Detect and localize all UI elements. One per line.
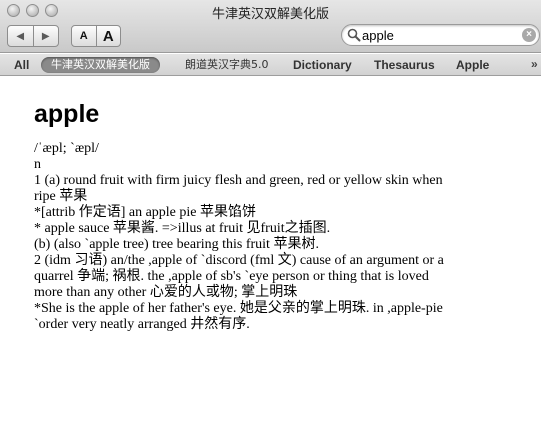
entry-example-line: *She is the apple of her father's eye. 她… (34, 301, 443, 316)
tab-apple[interactable]: Apple (456, 58, 489, 72)
entry-pronunciation: /ˈæpl; `æpl/ (34, 141, 99, 156)
back-button[interactable]: ◀ (8, 26, 33, 46)
entry-content: apple /ˈæpl; `æpl/ n 1 (a) round fruit w… (0, 77, 541, 422)
dictionary-window: 牛津英汉双解美化版 ◀ ▶ A A × All 牛津英汉双解美化版 朗道英汉字典… (0, 0, 541, 422)
dictionary-tab-bar: All 牛津英汉双解美化版 朗道英汉字典5.0 Dictionary Thesa… (0, 54, 541, 76)
tab-langdao-en-zh[interactable]: 朗道英汉字典5.0 (185, 58, 269, 72)
clear-search-icon[interactable]: × (522, 28, 536, 42)
font-size-control: A A (71, 25, 121, 47)
tab-thesaurus[interactable]: Thesaurus (374, 58, 435, 72)
font-smaller-button[interactable]: A (72, 26, 96, 46)
font-larger-button[interactable]: A (95, 26, 121, 46)
entry-part-of-speech: n (34, 157, 41, 172)
entry-definition-line: (b) (also `apple tree) tree bearing this… (34, 237, 319, 252)
entry-definition-line: ripe 苹果 (34, 189, 88, 204)
tab-all[interactable]: All (14, 58, 29, 72)
window-title: 牛津英汉双解美化版 (211, 7, 329, 22)
entry-example-line: *[attrib 作定语] an apple pie 苹果馅饼 (34, 205, 257, 220)
search-icon (347, 28, 361, 42)
entry-headword: apple (34, 100, 100, 128)
tab-overflow-icon[interactable]: » (531, 57, 538, 71)
entry-definition-line: 1 (a) round fruit with firm juicy flesh … (34, 173, 443, 188)
forward-arrow-icon: ▶ (41, 30, 50, 42)
forward-button[interactable]: ▶ (32, 26, 59, 46)
search-field[interactable]: × (341, 24, 540, 46)
entry-idiom-line: more than any other 心爱的人或物; 掌上明珠 (34, 285, 298, 300)
history-navigation: ◀ ▶ (7, 25, 59, 47)
back-arrow-icon: ◀ (16, 30, 25, 42)
tab-dictionary[interactable]: Dictionary (293, 58, 352, 72)
entry-idiom-line: quarrel 争端; 祸根. the ,apple of sb's `eye … (34, 269, 429, 284)
tab-oxford-en-zh[interactable]: 牛津英汉双解美化版 (41, 57, 160, 73)
entry-idiom-line: 2 (idm 习语) an/the ,apple of `discord (fm… (34, 253, 444, 268)
entry-example-line: * apple sauce 苹果酱. =>illus at fruit 见fru… (34, 221, 331, 236)
window-toolbar: 牛津英汉双解美化版 ◀ ▶ A A × (0, 0, 541, 53)
search-input[interactable] (362, 27, 517, 43)
entry-idiom-line: `order very neatly arranged 井然有序. (34, 317, 250, 332)
